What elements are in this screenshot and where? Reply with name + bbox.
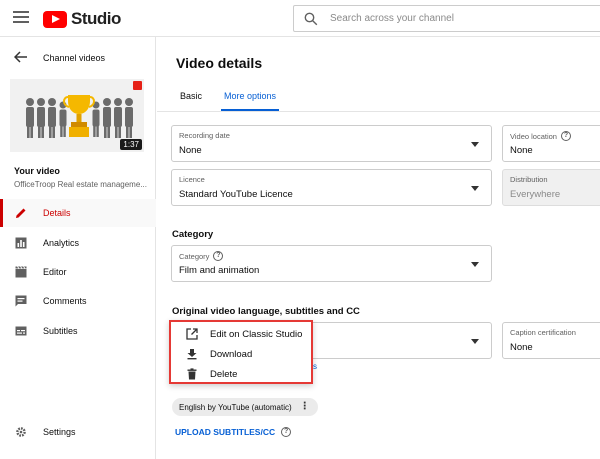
menu-item-label: Delete <box>210 369 238 380</box>
licence-dropdown[interactable]: Licence Standard YouTube Licence <box>171 169 492 206</box>
field-label: Category <box>179 251 210 261</box>
category-dropdown[interactable]: Category? Film and animation <box>171 245 492 282</box>
youtube-play-icon <box>43 10 67 28</box>
sidebar-item-label: Details <box>43 208 71 218</box>
sidebar-item-label: Settings <box>43 427 76 437</box>
field-value: Standard YouTube Licence <box>179 189 293 200</box>
sidebar-item-analytics[interactable]: Analytics <box>0 229 156 257</box>
video-title: OfficeTroop Real estate manageme... <box>14 180 147 189</box>
sidebar-item-settings[interactable]: Settings <box>0 418 156 446</box>
details-tabs: Basic More options <box>169 87 287 111</box>
back-label: Channel videos <box>43 53 106 63</box>
field-label: Distribution <box>510 175 548 184</box>
sidebar-item-label: Analytics <box>43 238 80 248</box>
search-box[interactable] <box>293 5 600 32</box>
field-label: Recording date <box>179 131 230 140</box>
subtitle-chip[interactable]: English by YouTube (automatic) ⋮ <box>172 398 318 416</box>
pencil-icon <box>16 208 26 218</box>
sidebar: Channel videos 1:37 Your video OfficeTro… <box>0 37 156 459</box>
help-icon[interactable]: ? <box>281 427 292 437</box>
main-content: Video details Basic More options Recordi… <box>157 37 600 459</box>
dropdown-arrow-icon <box>471 142 479 147</box>
video-location-field[interactable]: Video location? None <box>502 125 600 162</box>
tab-basic[interactable]: Basic <box>169 87 213 111</box>
comment-icon <box>15 295 27 307</box>
menu-icon[interactable] <box>13 11 29 25</box>
field-label-row: Video location? <box>510 131 571 141</box>
open-external-icon <box>186 328 198 340</box>
dropdown-arrow-icon <box>471 186 479 191</box>
video-thumbnail[interactable]: 1:37 <box>10 79 144 152</box>
sidebar-item-label: Editor <box>43 267 67 277</box>
page-title: Video details <box>176 55 263 71</box>
sidebar-item-comments[interactable]: Comments <box>0 287 156 315</box>
category-section-heading: Category <box>172 229 214 240</box>
external-link-badge-icon <box>133 81 142 90</box>
sidebar-item-label: Comments <box>43 296 87 306</box>
menu-item-edit-classic[interactable]: Edit on Classic Studio <box>171 324 311 344</box>
video-duration: 1:37 <box>120 139 142 150</box>
menu-item-label: Download <box>210 349 253 360</box>
context-menu: Edit on Classic Studio Download Delete <box>169 320 313 384</box>
your-video-label: Your video <box>14 166 60 176</box>
tab-more-options[interactable]: More options <box>213 87 287 111</box>
field-label-row: Category? <box>179 251 224 261</box>
gear-icon <box>16 427 26 437</box>
dropdown-arrow-icon <box>471 262 479 267</box>
back-to-channel-videos[interactable]: Channel videos <box>0 37 156 79</box>
menu-item-download[interactable]: Download <box>171 344 311 364</box>
sidebar-item-subtitles[interactable]: Subtitles <box>0 317 156 345</box>
field-value: None <box>510 145 533 156</box>
field-value: None <box>179 145 202 156</box>
field-value: Film and animation <box>179 265 260 276</box>
tabs-divider <box>157 111 600 112</box>
field-value: None <box>510 342 533 353</box>
search-icon <box>304 12 318 25</box>
analytics-icon <box>15 237 27 249</box>
field-label: Licence <box>179 175 205 184</box>
chip-label: English by YouTube (automatic) <box>179 402 292 412</box>
language-section-heading: Original video language, subtitles and C… <box>172 306 360 317</box>
back-arrow-icon[interactable] <box>14 51 28 63</box>
logo-text: Studio <box>71 9 121 28</box>
hidden-link-fragment[interactable]: s <box>313 362 317 371</box>
upload-subtitles-link[interactable]: UPLOAD SUBTITLES/CC ? <box>175 427 292 437</box>
help-icon[interactable]: ? <box>560 131 571 141</box>
recording-date-dropdown[interactable]: Recording date None <box>171 125 492 162</box>
clapperboard-icon <box>15 266 27 278</box>
menu-item-delete[interactable]: Delete <box>171 364 311 384</box>
field-label: Video location <box>510 131 557 141</box>
sidebar-item-label: Subtitles <box>43 326 78 336</box>
field-value: Everywhere <box>510 189 561 200</box>
youtube-studio-logo[interactable]: Studio <box>43 9 121 29</box>
upload-subtitles-label: UPLOAD SUBTITLES/CC <box>175 427 276 437</box>
field-label: Caption certification <box>510 328 576 337</box>
sidebar-item-editor[interactable]: Editor <box>0 258 156 286</box>
more-vert-icon[interactable]: ⋮ <box>300 402 310 412</box>
help-icon[interactable]: ? <box>213 251 224 261</box>
dropdown-arrow-icon <box>471 339 479 344</box>
download-icon <box>187 349 197 360</box>
distribution-field: Distribution Everywhere <box>502 169 600 206</box>
subtitles-icon <box>15 326 27 336</box>
trash-icon <box>187 368 197 380</box>
top-bar: Studio <box>0 0 600 37</box>
menu-item-label: Edit on Classic Studio <box>210 329 303 340</box>
caption-certification-dropdown[interactable]: Caption certification None <box>502 322 600 359</box>
sidebar-item-details[interactable]: Details <box>0 199 156 227</box>
search-input[interactable] <box>330 13 590 24</box>
